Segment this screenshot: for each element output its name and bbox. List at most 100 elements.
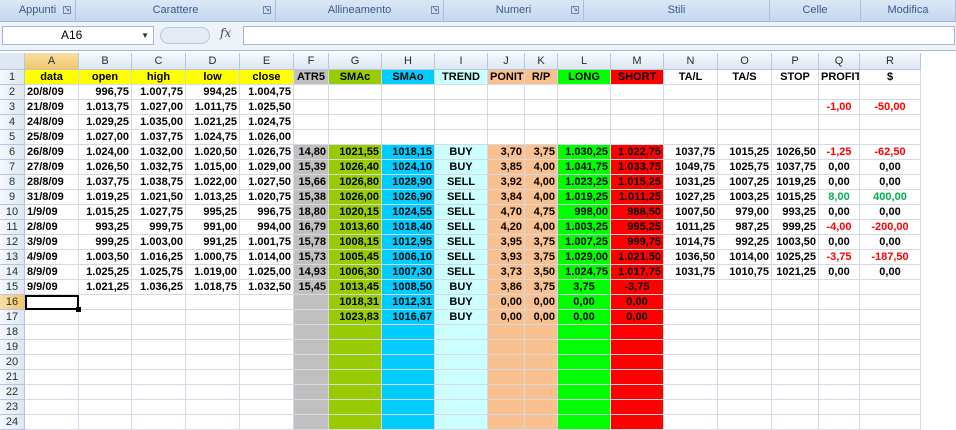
cell-c2[interactable]: 1.007,75	[132, 85, 186, 100]
cell-f6[interactable]: 14,80	[294, 145, 329, 160]
cell-r19[interactable]	[860, 340, 921, 355]
column-header-b[interactable]: B	[79, 53, 132, 70]
cell-q9[interactable]: 8,00	[819, 190, 860, 205]
column-header-k[interactable]: K	[525, 53, 558, 70]
column-header-n[interactable]: N	[664, 53, 718, 70]
cell-b15[interactable]: 1.021,25	[79, 280, 132, 295]
cell-d3[interactable]: 1.011,75	[186, 100, 240, 115]
cell-m13[interactable]: 1.021,50	[611, 250, 664, 265]
cell-l16[interactable]: 0,00	[558, 295, 611, 310]
cell-m16[interactable]: 0,00	[611, 295, 664, 310]
cell-p6[interactable]: 1026,50	[772, 145, 819, 160]
cell-d2[interactable]: 994,25	[186, 85, 240, 100]
cell-e3[interactable]: 1.025,50	[240, 100, 294, 115]
cell-g14[interactable]: 1006,30	[329, 265, 382, 280]
cell-r23[interactable]	[860, 400, 921, 415]
cell-e22[interactable]	[240, 385, 294, 400]
cell-f1[interactable]: ATR5	[294, 70, 329, 85]
cell-l20[interactable]	[558, 355, 611, 370]
row-header[interactable]: 21	[0, 370, 25, 385]
cell-b20[interactable]	[79, 355, 132, 370]
cell-a5[interactable]: 25/8/09	[25, 130, 79, 145]
row-header[interactable]: 5	[0, 130, 25, 145]
cell-g11[interactable]: 1013,60	[329, 220, 382, 235]
cell-b21[interactable]	[79, 370, 132, 385]
cell-e14[interactable]: 1.025,00	[240, 265, 294, 280]
cell-g6[interactable]: 1021,55	[329, 145, 382, 160]
cell-b2[interactable]: 996,75	[79, 85, 132, 100]
cell-g18[interactable]	[329, 325, 382, 340]
cell-m4[interactable]	[611, 115, 664, 130]
cell-k22[interactable]	[525, 385, 558, 400]
cell-m7[interactable]: 1.033,75	[611, 160, 664, 175]
cell-h19[interactable]	[382, 340, 435, 355]
row-header[interactable]: 8	[0, 175, 25, 190]
formula-bar-resize-handle[interactable]	[160, 27, 210, 44]
cell-g10[interactable]: 1020,15	[329, 205, 382, 220]
cell-f18[interactable]	[294, 325, 329, 340]
cell-j8[interactable]: 3,92	[488, 175, 525, 190]
cell-n4[interactable]	[664, 115, 718, 130]
cell-p1[interactable]: STOP	[772, 70, 819, 85]
cell-k4[interactable]	[525, 115, 558, 130]
cell-b24[interactable]	[79, 415, 132, 430]
cell-f15[interactable]: 15,45	[294, 280, 329, 295]
cell-b8[interactable]: 1.037,75	[79, 175, 132, 190]
cell-n10[interactable]: 1007,50	[664, 205, 718, 220]
cell-q18[interactable]	[819, 325, 860, 340]
cell-l11[interactable]: 1.003,25	[558, 220, 611, 235]
cell-i23[interactable]	[435, 400, 488, 415]
cell-k20[interactable]	[525, 355, 558, 370]
cell-o11[interactable]: 987,25	[718, 220, 772, 235]
cell-e24[interactable]	[240, 415, 294, 430]
cell-o10[interactable]: 979,00	[718, 205, 772, 220]
cell-d6[interactable]: 1.020,50	[186, 145, 240, 160]
cell-n6[interactable]: 1037,75	[664, 145, 718, 160]
cell-e12[interactable]: 1.001,75	[240, 235, 294, 250]
cell-g3[interactable]	[329, 100, 382, 115]
cell-j21[interactable]	[488, 370, 525, 385]
cell-j3[interactable]	[488, 100, 525, 115]
cell-a9[interactable]: 31/8/09	[25, 190, 79, 205]
dialog-launcher-icon[interactable]: ↘	[263, 6, 271, 14]
cell-n15[interactable]	[664, 280, 718, 295]
cell-q15[interactable]	[819, 280, 860, 295]
cell-n16[interactable]	[664, 295, 718, 310]
cell-o3[interactable]	[718, 100, 772, 115]
row-header[interactable]: 7	[0, 160, 25, 175]
dialog-launcher-icon[interactable]: ↘	[63, 6, 71, 14]
cell-e1[interactable]: close	[240, 70, 294, 85]
cell-d14[interactable]: 1.019,00	[186, 265, 240, 280]
cell-n22[interactable]	[664, 385, 718, 400]
cell-q14[interactable]: 0,00	[819, 265, 860, 280]
cell-q13[interactable]: -3,75	[819, 250, 860, 265]
fill-handle[interactable]	[76, 307, 81, 312]
cell-g4[interactable]	[329, 115, 382, 130]
cell-a24[interactable]	[25, 415, 79, 430]
cell-a22[interactable]	[25, 385, 79, 400]
cell-i1[interactable]: TREND	[435, 70, 488, 85]
cell-m22[interactable]	[611, 385, 664, 400]
cell-j13[interactable]: 3,93	[488, 250, 525, 265]
cell-e16[interactable]	[240, 295, 294, 310]
cell-o22[interactable]	[718, 385, 772, 400]
cell-h17[interactable]: 1016,67	[382, 310, 435, 325]
cell-l18[interactable]	[558, 325, 611, 340]
cell-r18[interactable]	[860, 325, 921, 340]
cell-k11[interactable]: 4,00	[525, 220, 558, 235]
cell-j9[interactable]: 3,84	[488, 190, 525, 205]
cell-h1[interactable]: SMAo	[382, 70, 435, 85]
cell-n17[interactable]	[664, 310, 718, 325]
cell-d21[interactable]	[186, 370, 240, 385]
cell-j2[interactable]	[488, 85, 525, 100]
cell-q2[interactable]	[819, 85, 860, 100]
row-header[interactable]: 4	[0, 115, 25, 130]
cell-q17[interactable]	[819, 310, 860, 325]
cell-l15[interactable]: 3,75	[558, 280, 611, 295]
cell-o14[interactable]: 1010,75	[718, 265, 772, 280]
cell-l19[interactable]	[558, 340, 611, 355]
cell-p16[interactable]	[772, 295, 819, 310]
cell-i3[interactable]	[435, 100, 488, 115]
cell-e4[interactable]: 1.024,75	[240, 115, 294, 130]
cell-b9[interactable]: 1.019,25	[79, 190, 132, 205]
